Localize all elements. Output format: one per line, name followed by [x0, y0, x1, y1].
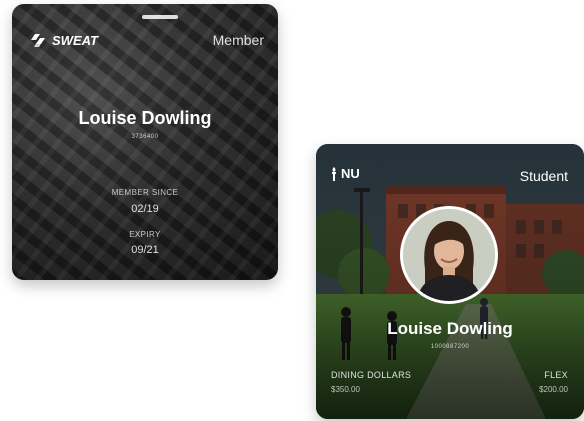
- membership-tier: Member: [212, 32, 264, 48]
- student-id: 1000887200: [430, 344, 470, 350]
- brand-name: NU: [341, 166, 360, 181]
- profile-photo: [400, 206, 498, 304]
- expiry-value: 09/21: [131, 244, 159, 256]
- sweat-logo: SWEAT: [31, 33, 98, 48]
- torch-logo-icon: [332, 166, 336, 181]
- card-holder-name: Louise Dowling: [387, 319, 513, 338]
- diagonal-stripes-logo-icon: [31, 33, 45, 47]
- member-id: 3736400: [131, 134, 159, 140]
- dining-dollars-label: DINING DOLLARS: [331, 370, 412, 380]
- gym-membership-card[interactable]: SWEAT Member Louise Dowling 3736400 MEMB…: [12, 4, 278, 280]
- avatar-portrait: [403, 209, 495, 301]
- member-since-value: 02/19: [131, 203, 159, 215]
- expiry-label: EXPIRY: [129, 230, 161, 239]
- card-drag-handle[interactable]: [142, 15, 178, 19]
- nu-logo: NU: [330, 166, 360, 181]
- member-since-label: MEMBER SINCE: [111, 188, 179, 197]
- card-holder-name: Louise Dowling: [78, 108, 212, 128]
- flex-label: FLEX: [544, 370, 568, 380]
- flex-value: $200.00: [539, 385, 568, 394]
- card-tier: Student: [519, 168, 568, 184]
- student-id-card[interactable]: NU Student Louise Dowling 1000887200 DIN…: [316, 144, 584, 419]
- dining-dollars-value: $350.00: [331, 385, 360, 394]
- wallet-cards-stage: SWEAT Member Louise Dowling 3736400 MEMB…: [0, 0, 584, 421]
- brand-name: SWEAT: [52, 33, 98, 48]
